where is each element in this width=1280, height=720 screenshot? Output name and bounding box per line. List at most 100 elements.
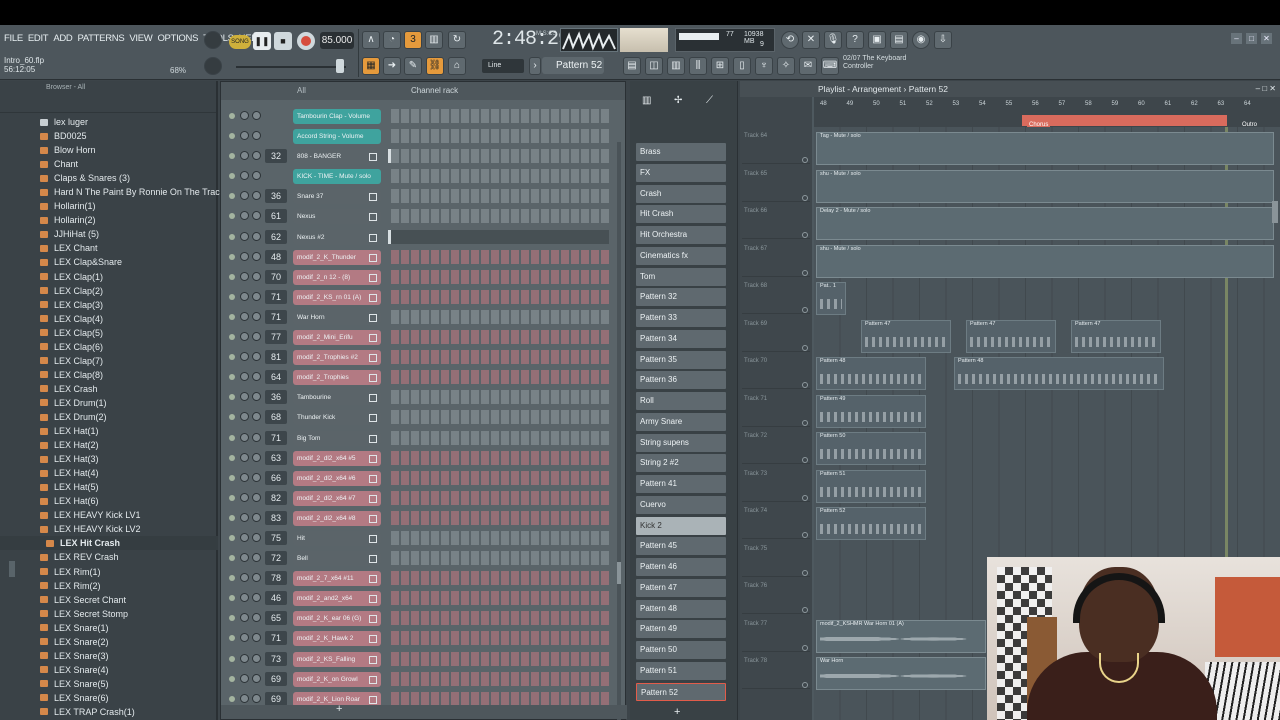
channel-led[interactable]	[229, 434, 235, 441]
volume-knob[interactable]	[252, 452, 261, 462]
track-mute-icon[interactable]	[802, 644, 808, 651]
step-sequencer[interactable]	[391, 490, 609, 505]
channel-row[interactable]: 77 modif_2_Mini_Erifu	[221, 327, 627, 347]
bar-number[interactable]: 63	[1218, 101, 1225, 107]
volume-knob[interactable]	[252, 472, 261, 482]
snap-icon[interactable]: ▦	[362, 57, 380, 75]
tools-icon[interactable]: ✕	[802, 31, 820, 49]
menu-options[interactable]: OPTIONS	[157, 33, 198, 44]
save-icon[interactable]: ▣	[868, 31, 886, 49]
pattern-item[interactable]: Pattern 34	[636, 329, 726, 348]
playlist-clip[interactable]: War Horn	[816, 657, 986, 690]
menu-view[interactable]: VIEW	[129, 33, 152, 44]
channel-name-button[interactable]: modif_2_Trophies	[293, 370, 381, 386]
track-mute-icon[interactable]	[802, 457, 808, 463]
master-volume-slider[interactable]	[236, 66, 346, 68]
step-sequencer[interactable]	[391, 269, 609, 284]
pattern-item[interactable]: Pattern 35	[636, 350, 726, 369]
step-sequencer[interactable]	[391, 149, 609, 164]
mixer-track-number[interactable]: 68	[265, 410, 287, 425]
mixer-track-number[interactable]: 81	[265, 350, 287, 365]
bar-number[interactable]: 62	[1191, 101, 1198, 107]
step-sequencer[interactable]	[391, 450, 609, 465]
browser-item[interactable]: LEX Hat(4)	[0, 466, 218, 480]
browser-item[interactable]: lex luger	[0, 115, 218, 129]
track-header[interactable]: Track 66	[742, 202, 810, 239]
arrow-right-icon[interactable]: ➜	[383, 57, 401, 75]
browser-item[interactable]: Hard N The Paint By Ronnie On The Track	[0, 185, 224, 199]
bar-number[interactable]: 49	[847, 101, 854, 107]
pattern-item[interactable]: Pattern 52	[636, 682, 726, 701]
track-header[interactable]: Track 75	[742, 540, 810, 577]
channel-name-button[interactable]: KICK - TIME - Mute / solo	[293, 169, 381, 185]
track-mute-icon[interactable]	[802, 344, 808, 351]
playlist-clip[interactable]: Pattern 51	[816, 469, 926, 503]
channel-led[interactable]	[229, 293, 235, 300]
mixer-track-number[interactable]: 71	[265, 309, 287, 324]
browser-item[interactable]: LEX Clap(7)	[0, 354, 218, 368]
volume-knob[interactable]	[252, 613, 261, 623]
channel-row[interactable]: 63 modif_2_dl2_x64 #5	[221, 448, 627, 468]
volume-knob[interactable]	[252, 191, 261, 201]
channel-led[interactable]	[229, 575, 235, 582]
channel-name-button[interactable]: modif_2_K_ear 06 (G)	[293, 611, 381, 627]
piano-roll-icon[interactable]: ◫	[645, 57, 663, 75]
channel-led[interactable]	[229, 113, 235, 119]
browser-item[interactable]: LEX Hit Crash	[0, 536, 218, 551]
pattern-selector[interactable]: Pattern 52	[542, 57, 604, 74]
volume-knob[interactable]	[252, 633, 261, 643]
pan-knob[interactable]	[240, 332, 249, 342]
browser-item[interactable]: LEX REV Crash	[0, 550, 218, 564]
pattern-item[interactable]: Pattern 48	[636, 599, 726, 618]
pencil-icon[interactable]: ✎	[404, 57, 422, 75]
pan-knob[interactable]	[240, 231, 249, 241]
menu-add[interactable]: ADD	[53, 33, 72, 44]
mixer-track-number[interactable]: 36	[265, 390, 287, 405]
track-header[interactable]: Track 65	[742, 165, 810, 202]
volume-knob[interactable]	[252, 673, 261, 683]
channel-led[interactable]	[229, 474, 235, 481]
mixer-track-number[interactable]: 77	[265, 330, 287, 345]
track-mute-icon[interactable]	[802, 494, 808, 501]
playlist-clip[interactable]: Pattern 48	[954, 357, 1164, 390]
channel-led[interactable]	[229, 173, 235, 180]
channel-row[interactable]: 82 modif_2_dl2_x64 #7	[221, 488, 627, 508]
loop-region[interactable]	[1022, 115, 1227, 126]
pan-knob[interactable]	[240, 532, 249, 542]
volume-knob[interactable]	[252, 653, 261, 663]
channel-led[interactable]	[229, 635, 235, 642]
volume-knob[interactable]	[252, 573, 261, 583]
channel-filter[interactable]: All	[297, 82, 306, 100]
channel-name-button[interactable]: Tambourin Clap - Volume	[293, 109, 381, 124]
channel-row[interactable]: 75 Hit	[221, 528, 627, 548]
channel-led[interactable]	[229, 193, 235, 200]
metronome-icon[interactable]: ∧	[362, 31, 380, 49]
pan-knob[interactable]	[240, 372, 249, 382]
playlist-icon[interactable]: ▤	[623, 57, 641, 75]
channel-led[interactable]	[229, 494, 235, 501]
track-header[interactable]: Track 77	[742, 615, 810, 652]
pan-knob[interactable]	[240, 653, 249, 663]
channel-led[interactable]	[229, 253, 235, 260]
channel-select-bar[interactable]	[388, 149, 391, 164]
playlist-clip[interactable]: Pattern 48	[816, 357, 926, 390]
touch-keyboard-icon[interactable]: ⌨	[821, 57, 839, 75]
volume-knob[interactable]	[252, 372, 261, 382]
playlist-window-controls[interactable]: – □ ✕	[1256, 81, 1276, 97]
mixer-track-number[interactable]: 71	[265, 430, 287, 445]
stop-button[interactable]: ■	[274, 32, 292, 50]
pan-knob[interactable]	[240, 693, 249, 703]
browser-item[interactable]: LEX TRAP Crash(1)	[0, 705, 218, 719]
channel-select-bar[interactable]	[388, 229, 391, 244]
plugin-icon[interactable]: ♆	[755, 57, 773, 75]
pan-knob[interactable]	[240, 673, 249, 683]
track-header[interactable]: Track 64	[742, 127, 810, 164]
browser-item[interactable]: Hollarin(2)	[0, 213, 218, 227]
master-volume-knob[interactable]	[204, 31, 222, 49]
pattern-item[interactable]: Pattern 50	[636, 641, 726, 659]
brush-icon[interactable]: ✧	[777, 57, 795, 75]
pattern-item[interactable]: Pattern 45	[636, 537, 726, 556]
step-sequencer[interactable]	[391, 530, 609, 545]
pan-knob[interactable]	[240, 492, 249, 502]
playlist-clip[interactable]: Delay 2 - Mute / solo	[816, 207, 1274, 240]
